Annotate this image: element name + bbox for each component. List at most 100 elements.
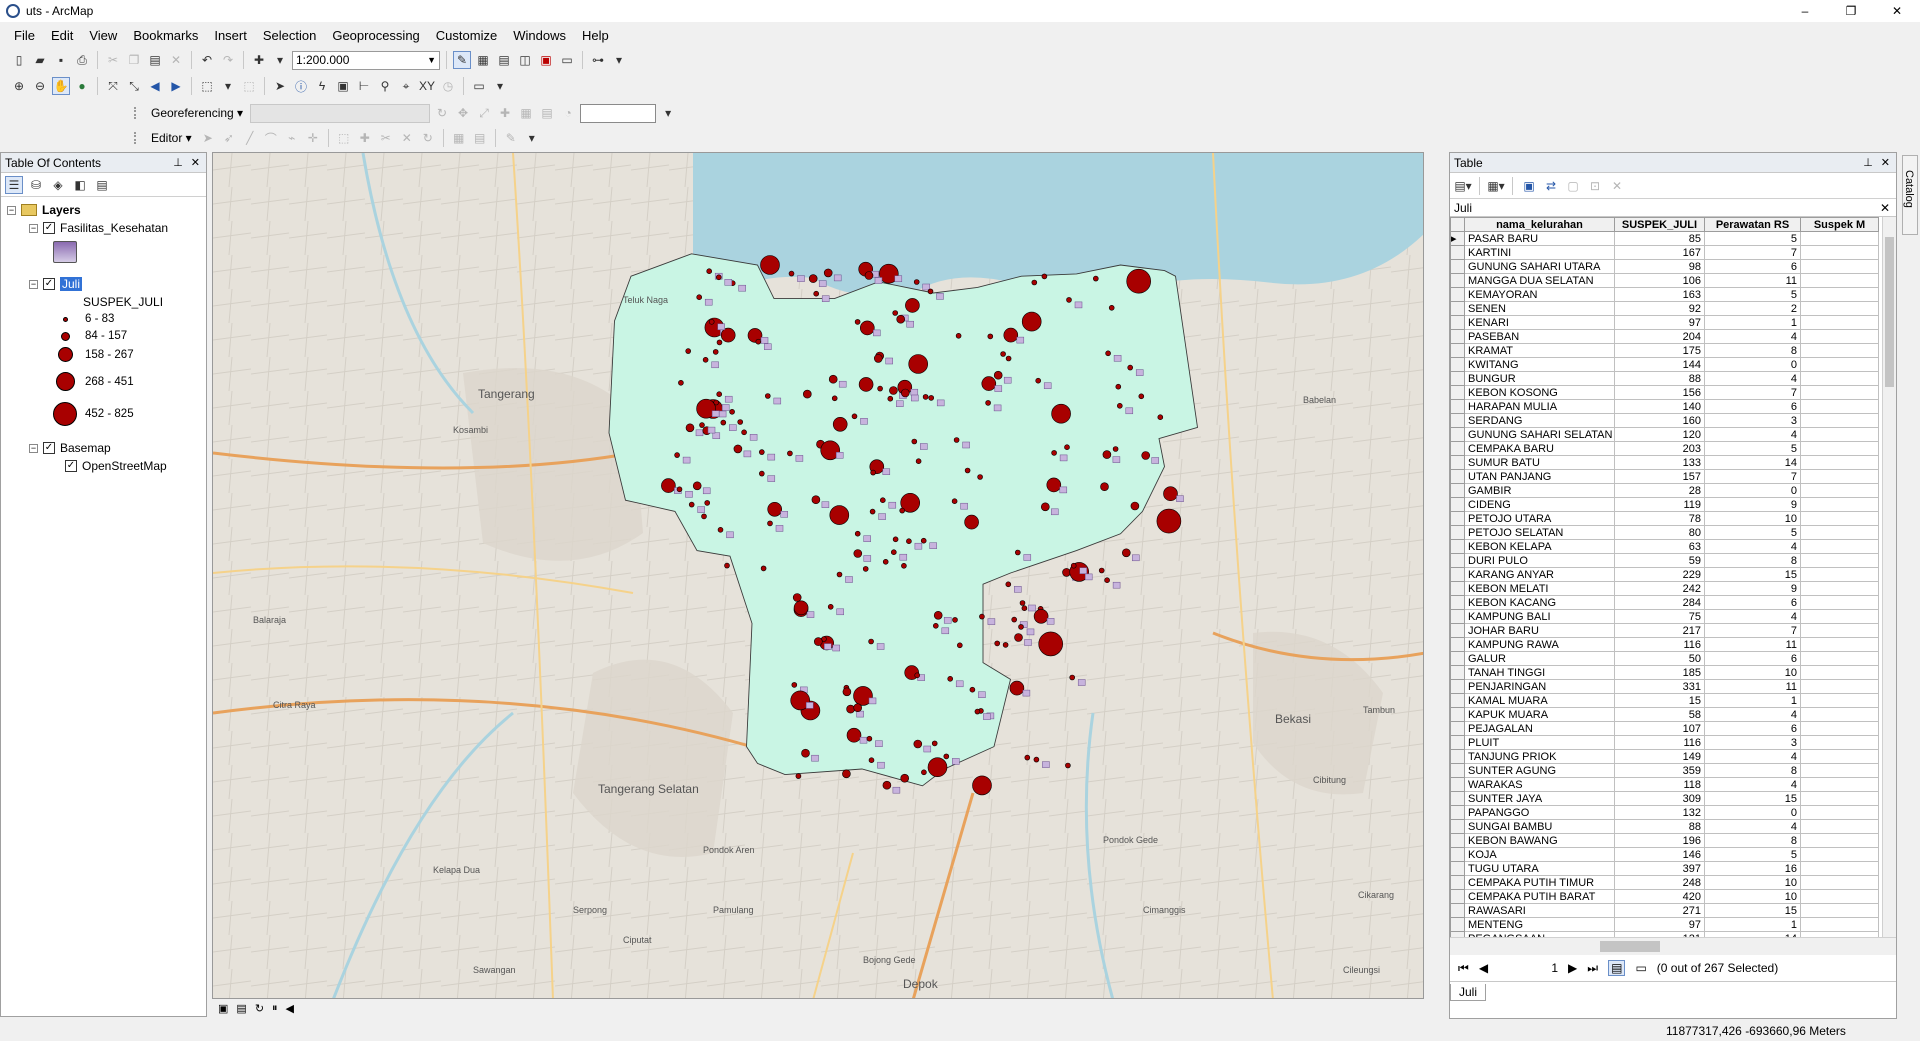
table-row[interactable]: PASEBAN 204 4 [1450, 329, 1879, 344]
case-point[interactable] [953, 437, 960, 443]
row-selector[interactable] [1450, 581, 1465, 596]
cell-nama-kelurahan[interactable]: TUGU UTARA [1464, 861, 1615, 876]
menu-view[interactable]: View [81, 28, 125, 43]
health-facility-marker[interactable] [1026, 628, 1035, 636]
cell-nama-kelurahan[interactable]: SERDANG [1464, 413, 1615, 428]
case-point[interactable] [1035, 377, 1042, 384]
row-selector[interactable] [1450, 707, 1465, 722]
cell-perawatan-rs[interactable]: 8 [1704, 553, 1801, 568]
case-point[interactable] [870, 469, 876, 476]
health-facility-marker[interactable] [878, 513, 886, 520]
case-point[interactable] [905, 298, 920, 313]
map-view[interactable]: Tangerang Tangerang Selatan Bekasi Depok Cit… [212, 152, 1424, 999]
row-selector[interactable] [1450, 721, 1465, 736]
case-point[interactable] [931, 740, 938, 747]
cell-suspek-juli[interactable]: 116 [1614, 735, 1705, 750]
health-facility-marker[interactable] [876, 643, 885, 650]
cell-nama-kelurahan[interactable]: KAMAL MUARA [1464, 693, 1615, 708]
cell-suspek-juli[interactable]: 229 [1614, 567, 1705, 582]
edit-vertices-icon[interactable]: ⬚ [335, 129, 353, 147]
case-point[interactable] [979, 613, 985, 620]
table-row[interactable]: KEBON KELAPA 63 4 [1450, 539, 1879, 554]
case-point[interactable] [928, 395, 935, 401]
health-facility-marker[interactable] [1003, 376, 1012, 384]
health-facility-marker[interactable] [795, 455, 804, 462]
pan-hand-icon[interactable]: ✋ [52, 77, 70, 95]
cell-suspek-juli[interactable]: 107 [1614, 721, 1705, 736]
cell-suspek-m[interactable] [1800, 483, 1879, 498]
case-point[interactable] [1024, 754, 1031, 761]
table-row[interactable]: SENEN 92 2 [1450, 301, 1879, 316]
list-by-visibility-icon[interactable]: ◈ [49, 176, 67, 194]
health-facility-marker[interactable] [987, 618, 996, 625]
row-selector[interactable] [1450, 735, 1465, 750]
table-row[interactable]: KEBON KACANG 284 6 [1450, 595, 1879, 610]
basemap-layer-row[interactable]: ✓ OpenStreetMap [65, 459, 167, 473]
related-tables-icon[interactable]: ▦▾ [1487, 177, 1505, 195]
health-facility-marker[interactable] [806, 611, 815, 618]
case-point[interactable] [787, 450, 793, 457]
cell-suspek-juli[interactable]: 106 [1614, 273, 1705, 288]
cell-nama-kelurahan[interactable]: KARANG ANYAR [1464, 567, 1615, 582]
health-facility-marker[interactable] [856, 710, 864, 718]
cell-nama-kelurahan[interactable]: KAMPUNG BALI [1464, 609, 1615, 624]
identify-icon[interactable]: ⓘ [292, 77, 310, 95]
table-row[interactable]: CEMPAKA BARU 203 5 [1450, 441, 1879, 456]
case-point[interactable] [956, 642, 963, 649]
cell-perawatan-rs[interactable]: 5 [1704, 525, 1801, 540]
health-facility-marker[interactable] [1023, 554, 1032, 561]
cell-perawatan-rs[interactable]: 10 [1704, 875, 1801, 890]
pin-icon[interactable]: ⊥ [173, 156, 183, 169]
close-icon[interactable]: ✕ [191, 156, 200, 169]
cell-suspek-m[interactable] [1800, 777, 1879, 792]
cell-perawatan-rs[interactable]: 9 [1704, 581, 1801, 596]
select-features-icon[interactable]: ⬚ [198, 77, 216, 95]
cell-suspek-juli[interactable]: 146 [1614, 847, 1705, 862]
case-point[interactable] [900, 773, 910, 783]
next-record-icon[interactable]: ▶ [1568, 961, 1577, 975]
cell-nama-kelurahan[interactable]: KAMPUNG RAWA [1464, 637, 1615, 652]
table-row[interactable]: KENARI 97 1 [1450, 315, 1879, 330]
cell-suspek-m[interactable] [1800, 567, 1879, 582]
case-point[interactable] [913, 279, 920, 285]
row-selector[interactable] [1450, 441, 1465, 456]
first-record-icon[interactable]: ⏮ [1458, 961, 1469, 976]
search-window-icon[interactable]: ◫ [516, 51, 534, 69]
modelbuilder-icon[interactable]: ⊶ [589, 51, 607, 69]
health-facility-marker[interactable] [821, 501, 830, 508]
health-facility-marker[interactable] [1043, 382, 1052, 389]
cell-nama-kelurahan[interactable]: KOJA [1464, 847, 1615, 862]
show-all-records-icon[interactable]: ▤ [1608, 960, 1626, 976]
row-selector[interactable] [1450, 301, 1465, 316]
select-elements-arrow-icon[interactable]: ➤ [271, 77, 289, 95]
paste-icon[interactable]: ▤ [146, 51, 164, 69]
health-facility-marker[interactable] [729, 424, 737, 431]
toolbar-options-icon[interactable]: ▾ [610, 51, 628, 69]
health-facility-marker[interactable] [955, 680, 964, 688]
case-point[interactable] [869, 508, 876, 515]
cell-perawatan-rs[interactable]: 1 [1704, 315, 1801, 330]
cell-nama-kelurahan[interactable]: JOHAR BARU [1464, 623, 1615, 638]
cell-suspek-juli[interactable]: 116 [1614, 637, 1705, 652]
cell-suspek-juli[interactable]: 28 [1614, 483, 1705, 498]
cell-suspek-m[interactable] [1800, 833, 1879, 848]
case-point[interactable] [720, 327, 736, 343]
case-point[interactable] [1138, 393, 1145, 400]
editor-menu[interactable]: Editor ▾ [147, 131, 196, 145]
cell-nama-kelurahan[interactable]: CEMPAKA BARU [1464, 441, 1615, 456]
case-point[interactable] [955, 333, 962, 339]
cell-nama-kelurahan[interactable]: PASAR BARU [1464, 231, 1615, 246]
health-facility-marker[interactable] [875, 740, 883, 747]
cell-perawatan-rs[interactable]: 4 [1704, 819, 1801, 834]
case-point[interactable] [922, 394, 929, 400]
table-row[interactable]: GALUR 50 6 [1450, 651, 1879, 666]
row-selector[interactable] [1450, 553, 1465, 568]
back-extent-icon[interactable]: ◀ [146, 77, 164, 95]
cell-nama-kelurahan[interactable]: SUNGAI BAMBU [1464, 819, 1615, 834]
case-point[interactable] [1115, 383, 1122, 390]
health-facility-marker[interactable] [943, 617, 952, 624]
cell-suspek-m[interactable] [1800, 343, 1879, 358]
cell-suspek-juli[interactable]: 331 [1614, 679, 1705, 694]
health-facility-marker[interactable] [882, 468, 891, 475]
view-link-table-icon[interactable]: ▦ [517, 104, 535, 122]
